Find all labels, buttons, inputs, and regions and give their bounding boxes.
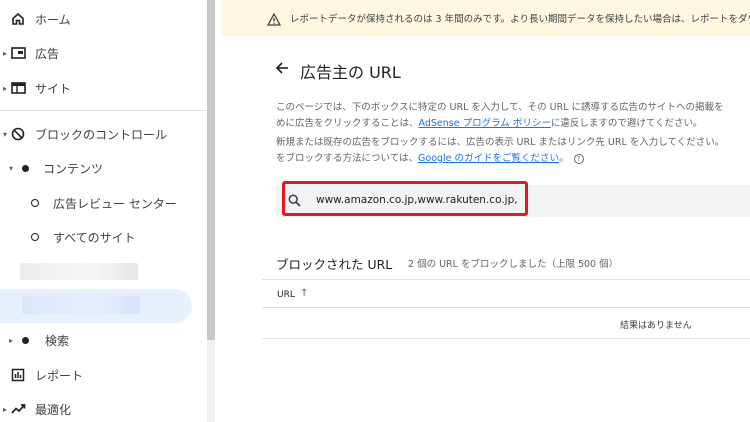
ring-icon <box>27 229 43 245</box>
sidebar-item-search[interactable]: ▸ 検索 <box>0 323 207 357</box>
dot-icon <box>17 160 33 176</box>
sidebar-item-label: すべてのサイト <box>53 230 136 245</box>
sites-icon <box>10 80 26 96</box>
warning-icon <box>266 11 282 26</box>
sidebar-item-reports[interactable]: レポート <box>0 358 207 392</box>
description-line: めに広告をクリックすることは、AdSense プログラム ポリシーに違反しますの… <box>276 115 703 129</box>
blocked-urls-title: ブロックされた URL <box>276 257 393 272</box>
description-text: をブロックする方法については、 <box>276 153 419 164</box>
help-icon[interactable]: ? <box>573 153 584 164</box>
ads-icon <box>10 45 26 61</box>
sidebar-item-blocking-controls[interactable]: ▾ ブロックのコントロール <box>0 117 207 151</box>
sidebar-item-ad-review-center[interactable]: 広告レビュー センター <box>0 186 207 220</box>
sidebar-item-label: レポート <box>35 368 84 383</box>
redacted-site-item <box>22 296 140 314</box>
description-text: に違反しますので避けてください。 <box>550 118 703 129</box>
description-line: このページでは、下のボックスに特定の URL を入力して、その URL に誘導す… <box>276 99 724 113</box>
sidebar-divider <box>0 110 207 111</box>
blocked-count: 2 個の URL をブロックしました（上限 500 個） <box>408 259 619 270</box>
description-text: 新規または既存の広告をブロックするには、広告の表示 URL またはリンク先 UR… <box>276 137 725 148</box>
google-guide-link[interactable]: Google のガイドをご覧ください <box>418 153 559 164</box>
table-divider <box>262 307 750 308</box>
column-header-url[interactable]: URL <box>277 290 295 300</box>
description-text: めに広告をクリックすることは、 <box>276 118 419 129</box>
description-line: をブロックする方法については、Google のガイドをご覧ください。? <box>276 150 584 164</box>
sidebar-item-label: 広告レビュー センター <box>53 196 177 211</box>
sidebar-item-label: ホーム <box>35 12 71 27</box>
sidebar-item-ads[interactable]: ▸ 広告 <box>0 36 207 70</box>
sidebar-scrollbar-thumb[interactable] <box>207 0 215 340</box>
redacted-site-item[interactable] <box>20 263 138 280</box>
reports-icon <box>10 367 26 383</box>
sidebar-item-label: ブロックのコントロール <box>35 127 168 142</box>
ring-icon <box>27 195 43 211</box>
sidebar-item-content[interactable]: ▾ コンテンツ <box>0 151 207 185</box>
sidebar-item-label: サイト <box>35 81 72 96</box>
banner-message: レポートデータが保持されるのは 3 年間のみです。より長い期間データを保持したい… <box>290 14 750 25</box>
optimization-icon <box>10 401 26 417</box>
sidebar-item-label: 検索 <box>45 333 70 348</box>
back-arrow-icon[interactable] <box>274 60 292 78</box>
sidebar-nav: ホーム ▸ 広告 ▸ サイト ▾ ブロックのコントロール ▾ コンテンツ 広告レ… <box>0 0 207 422</box>
sidebar-item-label: 最適化 <box>35 402 72 417</box>
sidebar-item-all-sites[interactable]: すべてのサイト <box>0 220 207 254</box>
home-icon <box>10 11 26 27</box>
table-divider <box>262 338 750 339</box>
sidebar-scrollbar-track[interactable] <box>207 340 215 422</box>
description-text: このページでは、下のボックスに特定の URL を入力して、その URL に誘導す… <box>276 102 724 113</box>
sort-ascending-icon[interactable]: ↑ <box>300 288 308 299</box>
sidebar-item-sites[interactable]: ▸ サイト <box>0 71 207 105</box>
adsense-policy-link[interactable]: AdSense プログラム ポリシー <box>419 118 551 129</box>
caret-right-icon[interactable]: ▸ <box>9 336 17 345</box>
sidebar-item-home[interactable]: ホーム <box>0 2 207 36</box>
retention-warning-banner: レポートデータが保持されるのは 3 年間のみです。より長い期間データを保持したい… <box>222 0 750 36</box>
sidebar-item-optimization[interactable]: ▸ 最適化 <box>0 392 207 422</box>
empty-results-message: 結果はありません <box>620 321 692 331</box>
page-title: 広告主の URL <box>300 63 401 82</box>
sidebar-item-label: 広告 <box>35 46 60 61</box>
caret-down-icon[interactable]: ▾ <box>9 164 17 173</box>
description-line: 新規または既存の広告をブロックするには、広告の表示 URL またはリンク先 UR… <box>276 134 724 148</box>
block-icon <box>10 126 26 142</box>
description-text: 。 <box>559 153 569 164</box>
table-divider <box>262 279 750 280</box>
dot-icon <box>17 332 33 348</box>
sidebar-item-label: コンテンツ <box>43 161 104 176</box>
highlight-box <box>282 181 528 216</box>
